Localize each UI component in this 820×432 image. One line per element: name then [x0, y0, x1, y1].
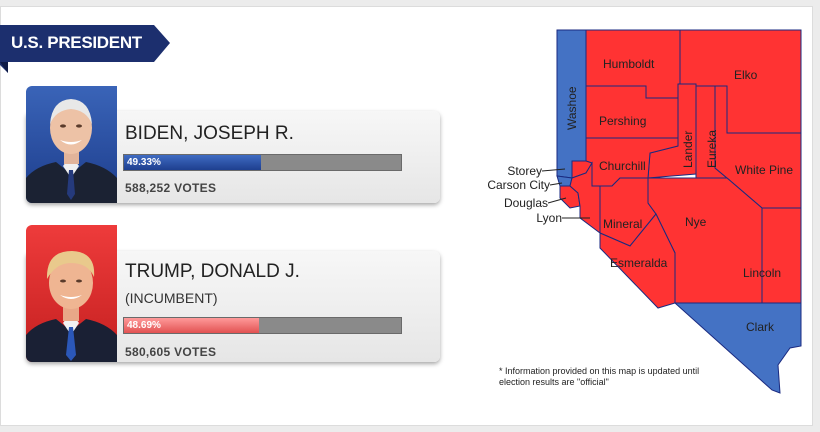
map-disclaimer: * Information provided on this map is up…: [499, 366, 700, 387]
county-label-lander: Lander: [681, 131, 695, 168]
county-lincoln[interactable]: [761, 207, 802, 304]
vote-share-percent: 48.69%: [127, 320, 161, 331]
section-banner: U.S. PRESIDENT: [0, 25, 170, 73]
candidate-card-trump[interactable]: TRUMP, DONALD J. (INCUMBENT) 48.69% 580,…: [26, 225, 440, 362]
map-svg: Humboldt Elko Washoe Pershing Lander Eur…: [487, 29, 802, 394]
county-label-pershing: Pershing: [599, 114, 646, 128]
county-label-nye: Nye: [685, 215, 707, 229]
candidate-status: (INCUMBENT): [125, 290, 218, 306]
county-label-eureka: Eureka: [705, 130, 719, 168]
vote-share-bar: 48.69%: [123, 317, 402, 334]
county-label-lincoln: Lincoln: [743, 266, 781, 280]
vote-share-bar: 49.33%: [123, 154, 402, 171]
candidate-photo-trump: [26, 225, 117, 362]
county-label-carsoncity: Carson City: [487, 178, 550, 192]
county-label-whitepine: White Pine: [735, 163, 793, 177]
county-label-lyon: Lyon: [536, 211, 562, 225]
county-label-douglas: Douglas: [504, 196, 548, 210]
county-label-storey: Storey: [507, 164, 542, 178]
county-label-elko: Elko: [734, 68, 758, 82]
county-label-churchill: Churchill: [599, 159, 646, 173]
county-label-washoe: Washoe: [565, 86, 579, 130]
candidate-name: BIDEN, JOSEPH R.: [125, 123, 294, 144]
nevada-county-map[interactable]: Humboldt Elko Washoe Pershing Lander Eur…: [470, 28, 810, 405]
vote-share-percent: 49.33%: [127, 157, 161, 168]
vote-count: 588,252 VOTES: [125, 181, 217, 195]
county-label-mineral: Mineral: [603, 217, 642, 231]
county-label-clark: Clark: [746, 320, 775, 334]
vote-count: 580,605 VOTES: [125, 345, 217, 359]
candidate-name: TRUMP, DONALD J.: [125, 261, 300, 282]
section-title: U.S. PRESIDENT: [11, 33, 142, 52]
county-label-humboldt: Humboldt: [603, 57, 655, 71]
candidate-photo-biden: [26, 86, 117, 203]
county-label-esmeralda: Esmeralda: [610, 256, 668, 270]
candidate-card-biden[interactable]: BIDEN, JOSEPH R. 49.33% 588,252 VOTES: [26, 86, 440, 203]
county-carsoncity[interactable]: [556, 175, 573, 187]
